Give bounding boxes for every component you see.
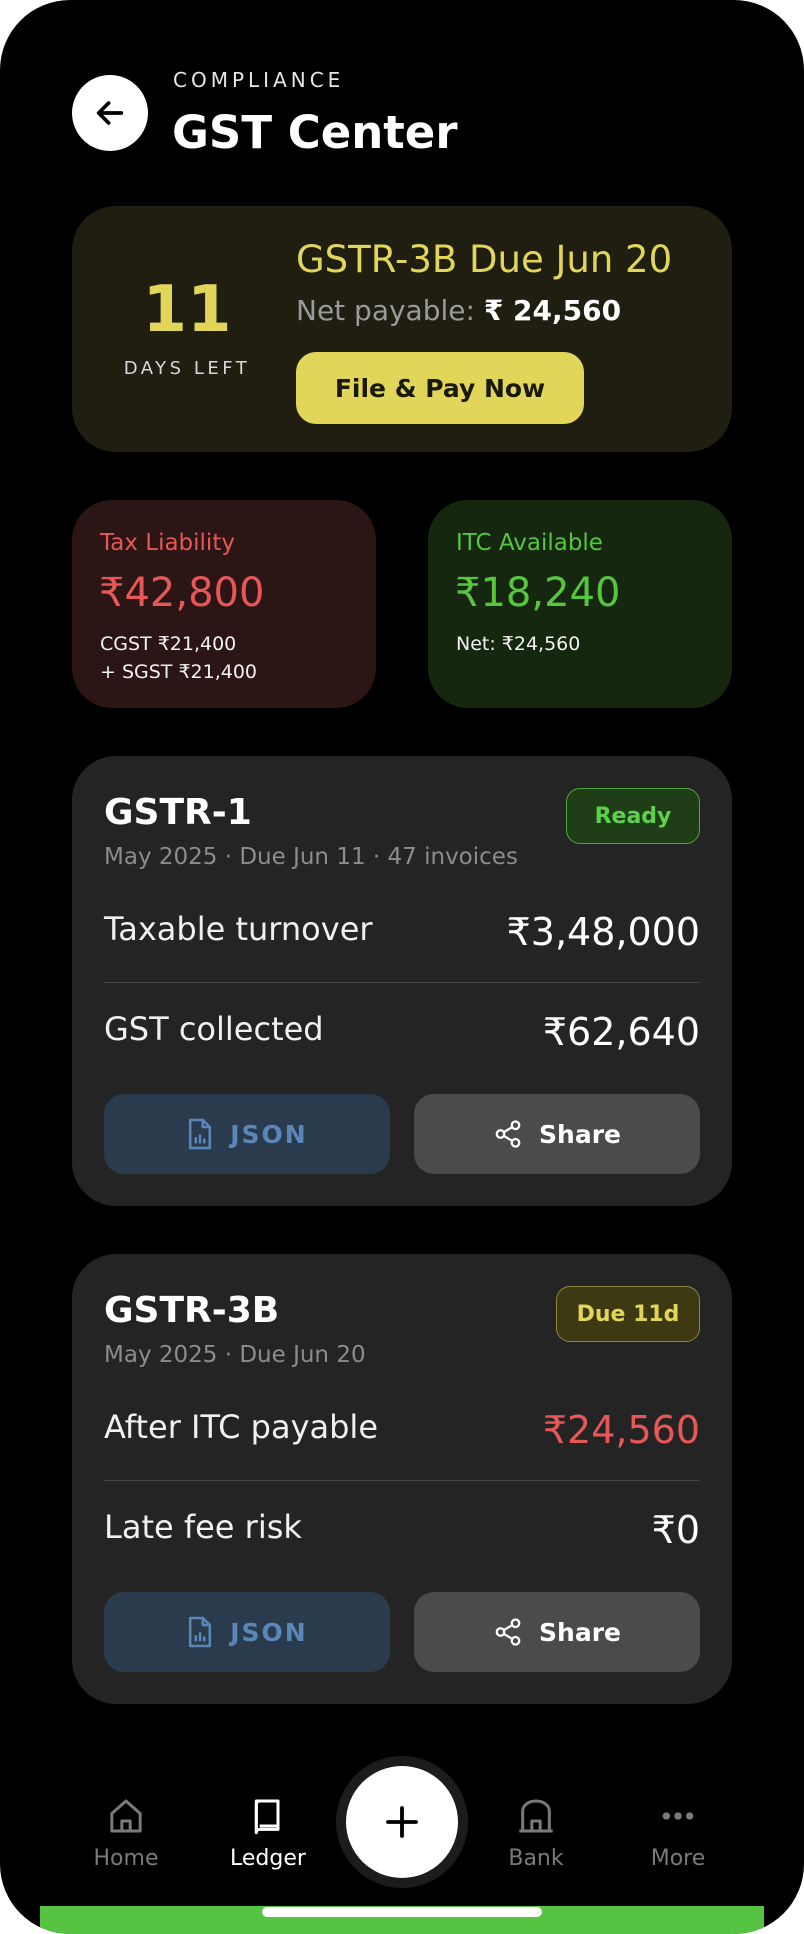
row-label: Late fee risk [104, 1508, 302, 1546]
file-chart-icon [189, 1616, 212, 1648]
file-chart-icon [189, 1118, 212, 1150]
share-button[interactable]: Share [414, 1592, 700, 1672]
net-payable-label: Net payable: [296, 294, 484, 327]
json-button[interactable]: JSON [104, 1592, 390, 1672]
home-icon [110, 1799, 142, 1833]
back-button[interactable] [72, 75, 148, 151]
plus-icon [386, 1806, 418, 1838]
json-label: JSON [230, 1617, 308, 1647]
share-button[interactable]: Share [414, 1094, 700, 1174]
nav-home-label: Home [93, 1846, 159, 1871]
row-label: Taxable turnover [104, 910, 373, 948]
dots-icon [662, 1812, 694, 1820]
return-title: GSTR-1 [104, 792, 252, 833]
nav-bank[interactable]: Bank [476, 1796, 596, 1871]
sgst-line: + SGST ₹21,400 [100, 661, 258, 683]
json-label: JSON [230, 1119, 308, 1149]
nav-bank-label: Bank [508, 1846, 564, 1871]
row-value: ₹24,560 [542, 1408, 700, 1452]
nav-more-label: More [650, 1846, 706, 1871]
share-icon [495, 1618, 521, 1646]
row-value: ₹3,48,000 [506, 910, 700, 954]
page-title: GST Center [172, 106, 458, 159]
nav-more[interactable]: More [618, 1796, 738, 1871]
itc-value: ₹18,240 [455, 570, 621, 616]
gstr3b-card: GSTR-3B May 2025 · Due Jun 20 Due 11d Af… [72, 1254, 732, 1704]
arrow-left-icon [96, 101, 124, 125]
return-subtitle: May 2025 · Due Jun 11 · 47 invoices [104, 844, 518, 870]
app-screen: COMPLIANCE GST Center 11 DAYS LEFT GSTR-… [0, 0, 804, 1934]
share-label: Share [539, 1617, 621, 1647]
row-label: After ITC payable [104, 1408, 378, 1446]
due-card: 11 DAYS LEFT GSTR-3B Due Jun 20 Net paya… [72, 206, 732, 452]
days-left-count: 11 [142, 273, 232, 347]
json-button[interactable]: JSON [104, 1094, 390, 1174]
status-badge: Due 11d [556, 1286, 700, 1342]
nav-ledger-label: Ledger [230, 1846, 306, 1871]
due-title: GSTR-3B Due Jun 20 [296, 238, 673, 281]
gstr1-card: GSTR-1 May 2025 · Due Jun 11 · 47 invoic… [72, 756, 732, 1206]
share-icon [495, 1120, 521, 1148]
nav-ledger[interactable]: Ledger [208, 1796, 328, 1871]
status-badge: Ready [566, 788, 700, 844]
return-title: GSTR-3B [104, 1290, 280, 1331]
row-label: GST collected [104, 1010, 324, 1048]
row-value: ₹62,640 [542, 1010, 700, 1054]
net-payable-amount: ₹ 24,560 [483, 294, 622, 327]
add-button[interactable] [346, 1766, 458, 1878]
tax-liability-label: Tax Liability [100, 530, 235, 556]
bank-icon [519, 1799, 553, 1833]
days-left-label: DAYS LEFT [123, 358, 251, 379]
home-indicator[interactable] [262, 1907, 542, 1917]
divider [104, 982, 700, 983]
net-payable: Net payable: ₹ 24,560 [296, 294, 621, 327]
nav-home[interactable]: Home [66, 1796, 186, 1871]
itc-label: ITC Available [456, 530, 603, 556]
section-eyebrow: COMPLIANCE [173, 68, 345, 92]
tax-liability-card[interactable]: Tax Liability ₹42,800 CGST ₹21,400 + SGS… [72, 500, 376, 708]
return-subtitle: May 2025 · Due Jun 20 [104, 1342, 366, 1368]
row-value: ₹0 [651, 1508, 700, 1552]
itc-available-card[interactable]: ITC Available ₹18,240 Net: ₹24,560 [428, 500, 732, 708]
tax-liability-value: ₹42,800 [99, 570, 265, 616]
divider [104, 1480, 700, 1481]
book-icon [254, 1799, 280, 1835]
cgst-line: CGST ₹21,400 [100, 633, 237, 655]
tax-liability-breakdown: CGST ₹21,400 + SGST ₹21,400 [100, 630, 257, 686]
itc-net-line: Net: ₹24,560 [456, 633, 581, 655]
file-and-pay-button[interactable]: File & Pay Now [296, 352, 584, 424]
share-label: Share [539, 1119, 621, 1149]
